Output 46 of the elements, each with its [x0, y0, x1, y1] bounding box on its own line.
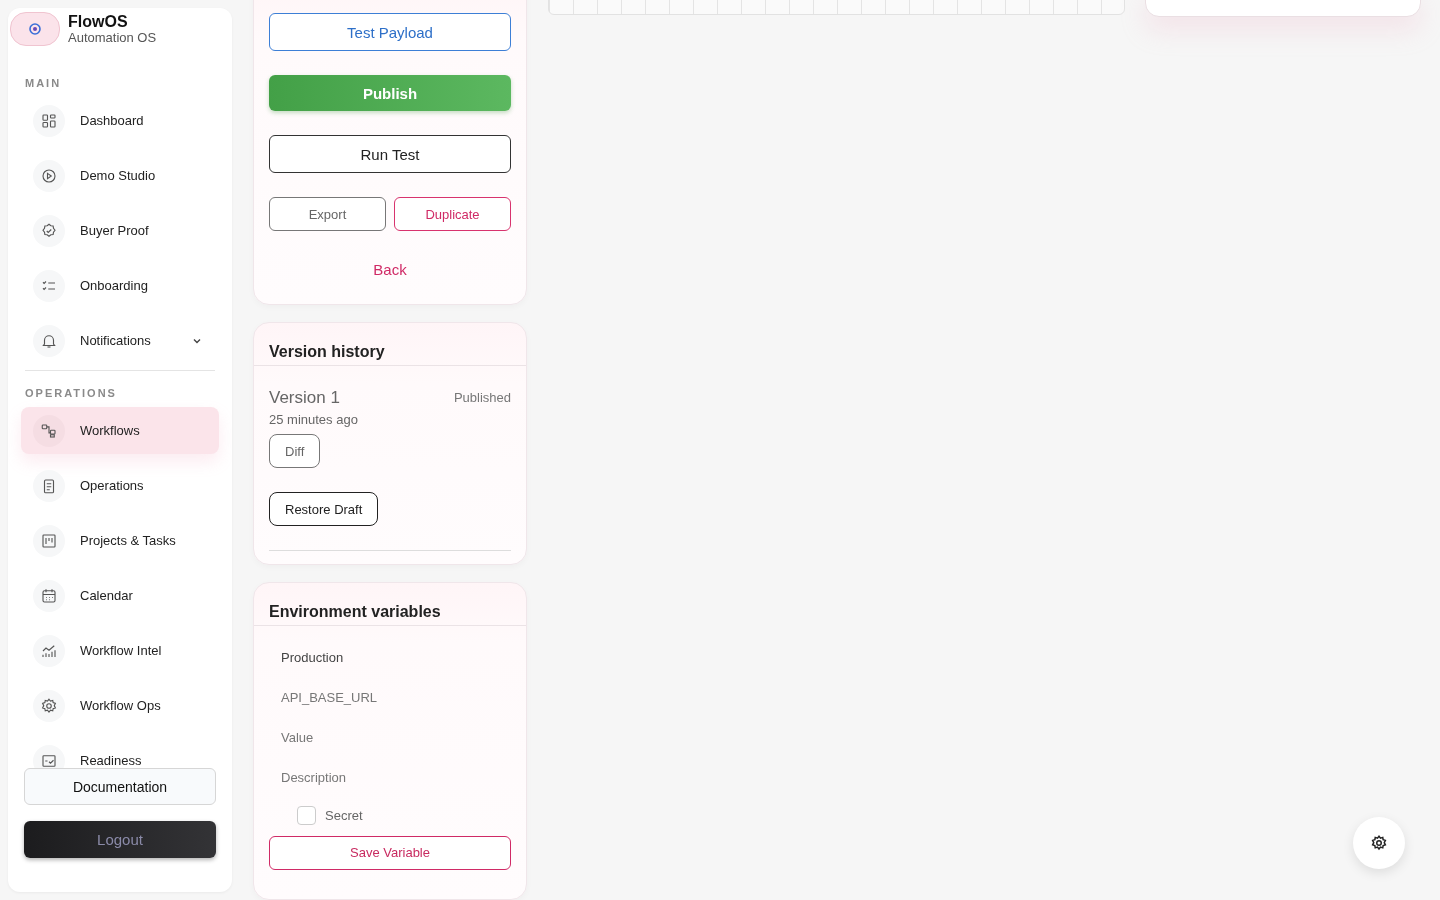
- sidebar-item[interactable]: Workflows: [21, 407, 219, 454]
- nav-icon: [40, 531, 58, 550]
- nav-icon: [40, 696, 58, 715]
- settings-button[interactable]: [1353, 817, 1405, 869]
- action-button[interactable]: Run Test: [269, 135, 511, 173]
- version-name: Version 1: [269, 388, 340, 409]
- sidebar-item[interactable]: Notifications: [21, 317, 219, 364]
- checkbox-label: Secret: [325, 808, 363, 824]
- sidebar-item[interactable]: Demo Studio: [21, 152, 219, 199]
- diff-button[interactable]: Diff: [269, 434, 321, 469]
- sidebar-item[interactable]: Dashboard: [21, 97, 219, 144]
- sidebar-item[interactable]: Projects & Tasks: [21, 517, 219, 564]
- nav-icon: [40, 166, 58, 185]
- input-field[interactable]: Description: [269, 757, 511, 798]
- nav-icon: [40, 221, 58, 240]
- logo-icon: [29, 23, 41, 35]
- sidebar-item[interactable]: Onboarding: [21, 262, 219, 309]
- card-title: Environment variables: [254, 582, 526, 626]
- sidebar-item[interactable]: Buyer Proof: [21, 207, 219, 254]
- version-status: Published: [453, 390, 511, 406]
- input-field[interactable]: API_BASE_URL: [269, 677, 511, 718]
- save-variable-button[interactable]: Save Variable: [269, 835, 511, 870]
- action-button[interactable]: Duplicate: [394, 197, 511, 231]
- input-field[interactable]: Value: [269, 717, 511, 758]
- restore-button[interactable]: Restore Draft: [269, 492, 379, 527]
- nav-icon: [40, 586, 58, 605]
- nav-icon: [40, 111, 58, 130]
- back-link[interactable]: Back: [367, 260, 413, 279]
- logout-button[interactable]: Logout: [24, 821, 216, 858]
- brand-subtitle: Automation OS: [68, 30, 157, 45]
- sidebar-item[interactable]: Calendar: [21, 572, 219, 619]
- nav-icon: [40, 421, 58, 440]
- section-label: OPERATIONS: [24, 386, 118, 401]
- action-button[interactable]: Export: [269, 197, 386, 231]
- settings-icon: [1370, 834, 1388, 852]
- sidebar-item[interactable]: Workflow Ops: [21, 682, 219, 729]
- section-label: MAIN: [24, 76, 63, 91]
- version-time: 25 minutes ago: [269, 412, 359, 428]
- sidebar-item[interactable]: Workflow Intel: [21, 627, 219, 674]
- checkbox[interactable]: [297, 806, 316, 826]
- brand-name: FlowOS: [68, 13, 129, 30]
- action-button[interactable]: Test Payload: [269, 13, 511, 51]
- card-title: Version history: [254, 323, 526, 367]
- documentation-button[interactable]: Documentation: [24, 768, 216, 805]
- input-field[interactable]: Production: [269, 637, 511, 678]
- sidebar-item[interactable]: Operations: [21, 462, 219, 509]
